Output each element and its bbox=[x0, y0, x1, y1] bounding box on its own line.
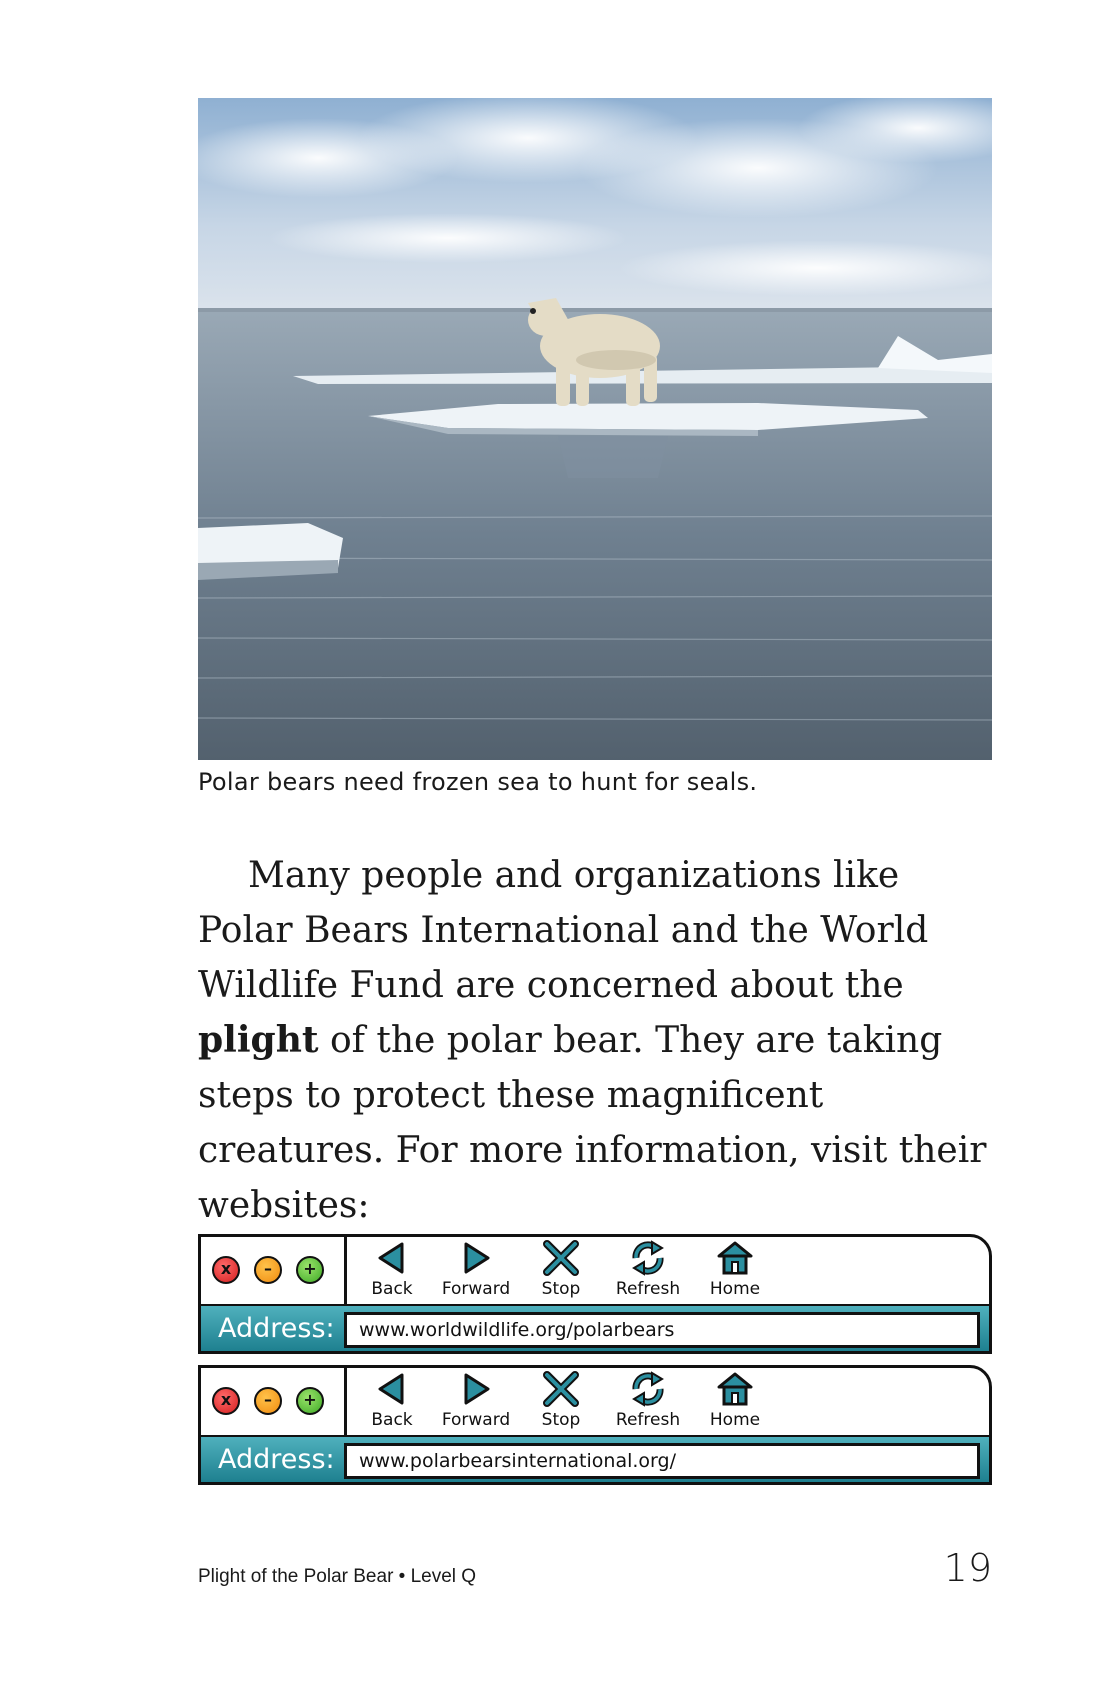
body-paragraph: Many people and organizations like Polar… bbox=[198, 848, 998, 1233]
forward-arrow-icon bbox=[464, 1242, 490, 1274]
back-label: Back bbox=[371, 1279, 413, 1299]
book-title-footer: Plight of the Polar Bear • Level Q bbox=[198, 1566, 477, 1587]
back-arrow-icon bbox=[378, 1373, 404, 1405]
home-house-icon bbox=[717, 1372, 753, 1406]
stop-button[interactable]: Stop bbox=[516, 1369, 606, 1433]
minimize-window-button[interactable]: – bbox=[254, 1256, 282, 1284]
forward-arrow-icon bbox=[464, 1373, 490, 1405]
stop-label: Stop bbox=[541, 1279, 581, 1299]
forward-button[interactable]: Forward bbox=[431, 1238, 521, 1302]
stop-label: Stop bbox=[541, 1410, 581, 1430]
refresh-button[interactable]: Refresh bbox=[603, 1238, 693, 1302]
stop-x-icon bbox=[543, 1371, 579, 1407]
forward-label: Forward bbox=[441, 1410, 511, 1430]
refresh-arrows-icon bbox=[632, 1371, 664, 1407]
address-input[interactable]: www.polarbearsinternational.org/ bbox=[344, 1443, 980, 1479]
forward-label: Forward bbox=[441, 1279, 511, 1299]
forward-button[interactable]: Forward bbox=[431, 1369, 521, 1433]
refresh-arrows-icon bbox=[632, 1240, 664, 1276]
polar-bear-on-ice-icon bbox=[198, 98, 992, 760]
back-label: Back bbox=[371, 1410, 413, 1430]
close-window-button[interactable]: x bbox=[212, 1256, 240, 1284]
maximize-window-button[interactable]: + bbox=[296, 1387, 324, 1415]
refresh-label: Refresh bbox=[615, 1279, 681, 1299]
back-button[interactable]: Back bbox=[347, 1369, 437, 1433]
stop-button[interactable]: Stop bbox=[516, 1238, 606, 1302]
address-input[interactable]: www.worldwildlife.org/polarbears bbox=[344, 1312, 980, 1348]
home-house-icon bbox=[717, 1241, 753, 1275]
polar-bear-photo bbox=[198, 98, 992, 760]
bold-term: plight bbox=[198, 1019, 319, 1061]
photo-caption: Polar bears need frozen sea to hunt for … bbox=[198, 768, 758, 796]
home-label: Home bbox=[709, 1410, 761, 1430]
back-arrow-icon bbox=[378, 1242, 404, 1274]
address-label: Address: bbox=[218, 1313, 335, 1344]
page-number: 19 bbox=[943, 1546, 992, 1590]
refresh-button[interactable]: Refresh bbox=[603, 1369, 693, 1433]
home-label: Home bbox=[709, 1279, 761, 1299]
refresh-label: Refresh bbox=[615, 1410, 681, 1430]
home-button[interactable]: Home bbox=[690, 1238, 780, 1302]
stop-x-icon bbox=[543, 1240, 579, 1276]
paragraph-text-start: Many people and organizations like Polar… bbox=[198, 855, 929, 1006]
browser-widget-worldwildlife: x – + Back Forward Stop Refresh Home Add… bbox=[198, 1234, 992, 1354]
minimize-window-button[interactable]: – bbox=[254, 1387, 282, 1415]
browser-widget-polarbearsinternational: x – + Back Forward Stop Refresh Home Add… bbox=[198, 1365, 992, 1485]
home-button[interactable]: Home bbox=[690, 1369, 780, 1433]
maximize-window-button[interactable]: + bbox=[296, 1256, 324, 1284]
close-window-button[interactable]: x bbox=[212, 1387, 240, 1415]
back-button[interactable]: Back bbox=[347, 1238, 437, 1302]
address-label: Address: bbox=[218, 1444, 335, 1475]
